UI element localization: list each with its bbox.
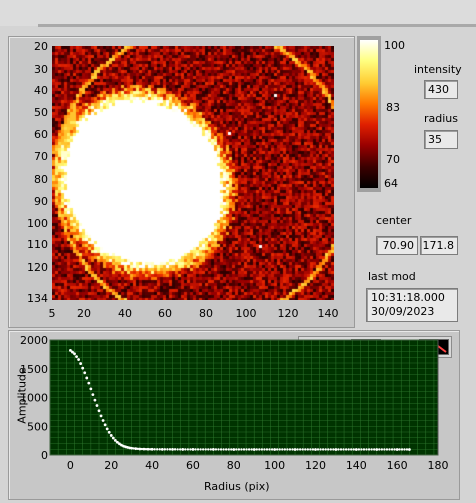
image-x-tick: 60	[158, 307, 172, 320]
colorbar	[360, 40, 378, 188]
last-mod-date: 30/09/2023	[371, 305, 435, 318]
intensity-label: intensity	[414, 63, 462, 76]
legend-fit-label: Fit	[385, 341, 398, 354]
image-y-tick: 90	[34, 195, 48, 208]
image-y-tick: 20	[34, 40, 48, 53]
intensity-image[interactable]	[52, 46, 334, 300]
image-y-tick: 60	[34, 128, 48, 141]
image-y-tick: 40	[34, 84, 48, 97]
image-y-tick: 80	[34, 173, 48, 186]
radius-label: radius	[424, 112, 459, 125]
radius-value-field[interactable]: 35	[424, 130, 458, 149]
image-x-tick: 120	[277, 307, 299, 320]
image-y-tick: 50	[34, 106, 48, 119]
image-x-tick: 80	[199, 307, 213, 320]
center-x-field[interactable]: 70.90	[376, 236, 418, 255]
center-y-field[interactable]: 171.8	[420, 236, 458, 255]
chart-y-axis-label: Amplitude	[15, 367, 29, 424]
intensity-image-canvas	[52, 46, 334, 300]
legend-fit-line-icon	[421, 341, 447, 353]
image-x-tick: 140	[317, 307, 339, 320]
image-x-tick: 40	[118, 307, 132, 320]
window-top-bar	[0, 0, 476, 26]
image-y-tick: 100	[27, 217, 48, 230]
last-mod-time: 10:31:18.000	[371, 291, 445, 304]
colorbar-label-top: 100	[384, 39, 405, 52]
image-y-tick: 134	[27, 292, 48, 305]
colorbar-label-3: 70	[386, 153, 400, 166]
legend-data-label: Data	[314, 341, 341, 354]
image-y-tick: 120	[27, 261, 48, 274]
legend-data-swatch[interactable]	[351, 339, 381, 355]
colorbar-label-bottom: 64	[384, 177, 398, 190]
image-y-tick: 30	[34, 63, 48, 76]
last-mod-field[interactable]: 10:31:18.000 30/09/2023	[366, 288, 458, 322]
window-top-divider	[38, 24, 476, 27]
image-y-tick: 70	[34, 150, 48, 163]
image-x-tick: 100	[235, 307, 257, 320]
image-x-tick: 5	[48, 307, 56, 320]
image-y-tick: 110	[27, 238, 48, 251]
chart-x-axis-label: Radius (pix)	[204, 480, 270, 493]
colorbar-label-2: 83	[386, 101, 400, 114]
last-mod-label: last mod	[368, 270, 416, 283]
center-label: center	[376, 214, 412, 227]
intensity-value-field[interactable]: 430	[424, 80, 458, 99]
legend-fit-swatch[interactable]	[419, 339, 449, 355]
image-x-tick: 20	[77, 307, 91, 320]
legend-data-dots-icon	[357, 342, 375, 352]
chart-legend: Data Fit	[298, 336, 452, 358]
